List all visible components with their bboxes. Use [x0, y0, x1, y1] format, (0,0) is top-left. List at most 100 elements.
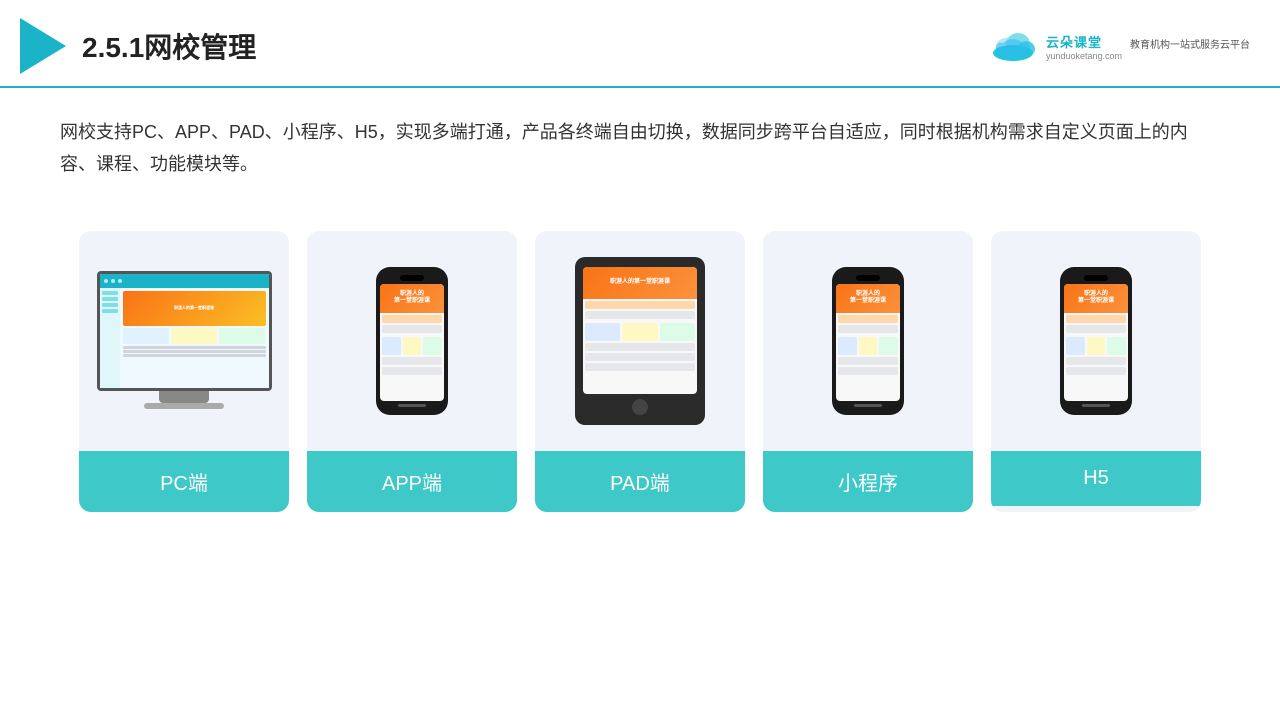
cloud-icon: [988, 29, 1038, 63]
pad-row-2: [585, 311, 695, 319]
sc-header-text-h5: 职涯人的第一堂职涯课: [1078, 291, 1114, 307]
pc-grid-item-2: [171, 328, 217, 344]
logo-slogan: 教育机构一站式服务云平台: [1130, 39, 1250, 53]
pc-top-bar: [100, 274, 269, 288]
card-label-pc: PC端: [79, 451, 289, 512]
miniapp-row-1: [838, 315, 898, 323]
pad-mini-2: [622, 323, 657, 341]
app-image-area: 职涯人的第一堂职涯课: [307, 231, 517, 451]
pad-row-1: [585, 301, 695, 309]
pc-dot: [104, 279, 108, 283]
phone-notch-miniapp: [856, 275, 880, 281]
pc-hero: 职涯人的第一堂职涯课: [123, 291, 266, 326]
h5-row-1: [1066, 315, 1126, 323]
card-label-pad: PAD端: [535, 451, 745, 512]
sc-header-h5: 职涯人的第一堂职涯课: [1064, 284, 1128, 313]
card-pc: 职涯人的第一堂职涯课: [79, 231, 289, 512]
monitor-stand: [159, 391, 209, 403]
pc-monitor: 职涯人的第一堂职涯课: [97, 271, 272, 411]
sc-header-text-pad: 职涯人的第一堂职涯课: [610, 279, 670, 287]
pad-image-area: 职涯人的第一堂职涯课: [535, 231, 745, 451]
sc-row-3: [382, 357, 442, 365]
sc-header-text-app: 职涯人的第一堂职涯课: [394, 291, 430, 307]
pc-grid: [123, 328, 266, 344]
sc-cards-miniapp: [838, 337, 898, 355]
sc-cards-h5: [1066, 337, 1126, 355]
sc-body-app: [380, 313, 444, 401]
logo-text-area: 云朵课堂 yunduoketang.com: [1046, 32, 1122, 61]
sc-header-app: 职涯人的第一堂职涯课: [380, 284, 444, 313]
sc-header-pad: 职涯人的第一堂职涯课: [583, 267, 697, 299]
header: 2.5.1网校管理 云朵课堂 yunduoketang.com 教育机构一站式服…: [0, 0, 1280, 88]
sc-mini-2: [403, 337, 422, 355]
pc-grid-item-1: [123, 328, 169, 344]
pad-row-3: [585, 343, 695, 351]
pc-hero-text: 职涯人的第一堂职涯课: [174, 305, 214, 311]
description: 网校支持PC、APP、PAD、小程序、H5，实现多端打通，产品各终端自由切换，数…: [0, 88, 1280, 201]
screen-content-h5: 职涯人的第一堂职涯课: [1064, 284, 1128, 401]
pad-mini-3: [660, 323, 695, 341]
pc-content-area: 职涯人的第一堂职涯课: [100, 288, 269, 388]
cards-section: 职涯人的第一堂职涯课: [0, 211, 1280, 542]
sc-row-1: [382, 315, 442, 323]
phone-mockup-app: 职涯人的第一堂职涯课: [376, 267, 448, 415]
pc-sidebar-item-4: [102, 309, 118, 313]
sc-header-text-miniapp: 职涯人的第一堂职涯课: [850, 291, 886, 307]
pc-sidebar-item: [102, 291, 118, 295]
sc-cards-pad: [585, 323, 695, 341]
page-title: 2.5.1网校管理: [82, 26, 256, 66]
h5-mini-2: [1087, 337, 1106, 355]
pc-sidebar-item-3: [102, 303, 118, 307]
sc-row-4: [382, 367, 442, 375]
screen-content-pad: 职涯人的第一堂职涯课: [583, 267, 697, 394]
miniapp-image-area: 职涯人的第一堂职涯课: [763, 231, 973, 451]
miniapp-mini-1: [838, 337, 857, 355]
pc-image-area: 职涯人的第一堂职涯课: [79, 231, 289, 451]
tablet-home-button: [632, 399, 648, 415]
h5-row-2: [1066, 325, 1126, 333]
card-h5: 职涯人的第一堂职涯课: [991, 231, 1201, 512]
pc-list: [123, 346, 266, 357]
pad-row-4: [585, 353, 695, 361]
pc-list-item-2: [123, 350, 266, 353]
phone-screen-h5: 职涯人的第一堂职涯课: [1064, 284, 1128, 401]
header-left: 2.5.1网校管理: [20, 18, 256, 74]
card-app: 职涯人的第一堂职涯课: [307, 231, 517, 512]
pc-sidebar: [100, 288, 120, 388]
logo-url: yunduoketang.com: [1046, 51, 1122, 61]
card-miniapp: 职涯人的第一堂职涯课: [763, 231, 973, 512]
miniapp-row-3: [838, 357, 898, 365]
h5-image-area: 职涯人的第一堂职涯课: [991, 231, 1201, 451]
sc-row-2: [382, 325, 442, 333]
miniapp-mini-3: [879, 337, 898, 355]
sc-body-h5: [1064, 313, 1128, 401]
pc-list-item-3: [123, 354, 266, 357]
miniapp-mini-2: [859, 337, 878, 355]
sc-header-miniapp: 职涯人的第一堂职涯课: [836, 284, 900, 313]
pc-screen-content: 职涯人的第一堂职涯课: [100, 274, 269, 388]
h5-row-4: [1066, 367, 1126, 375]
pc-grid-item-3: [219, 328, 265, 344]
h5-mini-1: [1066, 337, 1085, 355]
logo-name: 云朵课堂: [1046, 32, 1102, 51]
card-label-h5: H5: [991, 451, 1201, 506]
phone-home-bar-miniapp: [854, 404, 882, 407]
description-text: 网校支持PC、APP、PAD、小程序、H5，实现多端打通，产品各终端自由切换，数…: [60, 116, 1220, 181]
phone-screen-miniapp: 职涯人的第一堂职涯课: [836, 284, 900, 401]
card-label-app: APP端: [307, 451, 517, 512]
pad-row-5: [585, 363, 695, 371]
h5-mini-3: [1107, 337, 1126, 355]
phone-home-bar-h5: [1082, 404, 1110, 407]
sc-cards-app: [382, 337, 442, 355]
pad-mini-1: [585, 323, 620, 341]
sc-mini-1: [382, 337, 401, 355]
tablet-screen: 职涯人的第一堂职涯课: [583, 267, 697, 394]
pc-sidebar-item-2: [102, 297, 118, 301]
card-pad: 职涯人的第一堂职涯课: [535, 231, 745, 512]
play-icon: [20, 18, 66, 74]
pc-dot-2: [111, 279, 115, 283]
miniapp-row-4: [838, 367, 898, 375]
phone-mockup-h5: 职涯人的第一堂职涯课: [1060, 267, 1132, 415]
pc-main: 职涯人的第一堂职涯课: [120, 288, 269, 388]
h5-row-3: [1066, 357, 1126, 365]
